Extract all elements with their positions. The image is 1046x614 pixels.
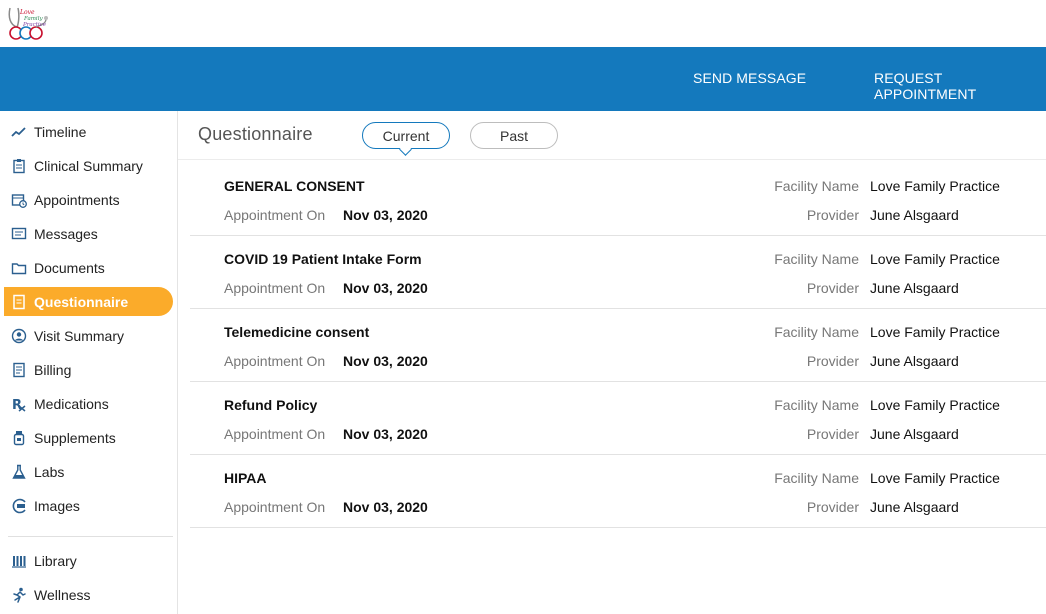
questionnaire-name[interactable]: HIPAA [224,470,267,486]
header-divider [178,159,1046,160]
images-icon [10,497,28,515]
facility-name-value: Love Family Practice [870,324,1000,340]
facility-name-label: Facility Name [774,470,859,486]
questionnaire-name[interactable]: GENERAL CONSENT [224,178,365,194]
appointment-date: Nov 03, 2020 [343,353,428,369]
facility-name-label: Facility Name [774,324,859,340]
sidebar-item-wellness[interactable]: Wellness [4,580,173,609]
sidebar-item-documents[interactable]: Documents [4,253,173,282]
sidebar-item-label: Labs [34,463,65,480]
appointment-on-label: Appointment On [224,353,326,369]
provider-label: Provider [806,499,859,515]
appointment-on-label: Appointment On [224,280,326,296]
calendar-clock-icon [10,191,28,209]
clipboard-icon [10,157,28,175]
provider-value: June Alsgaard [870,353,959,369]
sidebar-item-timeline[interactable]: Timeline [4,117,173,146]
sidebar: Timeline Clinical Summary Appointments M… [0,111,178,614]
message-icon [10,225,28,243]
sidebar-item-label: Appointments [34,191,120,208]
flask-icon [10,463,28,481]
header-bar: SEND MESSAGE REQUEST APPOINTMENT [0,47,1046,111]
appointment-on-label: Appointment On [224,499,326,515]
provider-label: Provider [806,426,859,442]
sidebar-item-visit-summary[interactable]: Visit Summary [4,321,173,350]
tab-past[interactable]: Past [470,122,558,149]
appointment-date: Nov 03, 2020 [343,280,428,296]
tab-current[interactable]: Current [362,122,450,149]
provider-value: June Alsgaard [870,426,959,442]
sidebar-item-appointments[interactable]: Appointments [4,185,173,214]
sidebar-item-supplements[interactable]: Supplements [4,423,173,452]
appointment-on-label: Appointment On [224,426,326,442]
main-content: Questionnaire Current Past GENERAL CONSE… [178,111,1046,614]
svg-text:Love: Love [19,9,35,16]
questionnaire-row[interactable]: Refund Policy Appointment On Nov 03, 202… [190,382,1046,455]
sidebar-item-labs[interactable]: Labs [4,457,173,486]
rx-icon: R [10,395,28,413]
provider-value: June Alsgaard [870,207,959,223]
sidebar-item-label: Messages [34,225,98,242]
user-circle-icon [10,327,28,345]
facility-name-label: Facility Name [774,178,859,194]
provider-value: June Alsgaard [870,499,959,515]
facility-name-value: Love Family Practice [870,178,1000,194]
request-appointment-button[interactable]: REQUEST APPOINTMENT [874,70,1046,102]
page-title: Questionnaire [198,124,313,144]
sidebar-item-label: Documents [34,259,105,276]
appointment-on-label: Appointment On [224,207,326,223]
sidebar-item-label: Clinical Summary [34,157,143,174]
trend-line-icon [10,123,28,141]
svg-text:Practice: Practice [22,22,47,28]
practice-logo[interactable]: Love Family Practice [6,5,50,43]
questionnaire-row[interactable]: COVID 19 Patient Intake Form Appointment… [190,236,1046,309]
folder-icon [10,259,28,277]
sidebar-item-label: Wellness [34,586,91,603]
sidebar-item-label: Questionnaire [34,293,129,310]
appointment-date: Nov 03, 2020 [343,207,428,223]
appointment-date: Nov 03, 2020 [343,426,428,442]
sidebar-item-messages[interactable]: Messages [4,219,173,248]
facility-name-value: Love Family Practice [870,470,1000,486]
questionnaire-name[interactable]: COVID 19 Patient Intake Form [224,251,422,267]
sidebar-item-library[interactable]: Library [4,546,173,575]
sidebar-item-label: Images [34,497,80,514]
top-bar: Love Family Practice [0,0,1046,47]
sidebar-item-images[interactable]: Images [4,491,173,520]
receipt-icon [10,361,28,379]
sidebar-item-label: Library [34,552,77,569]
sidebar-item-label: Supplements [34,429,116,446]
sidebar-item-label: Visit Summary [34,327,124,344]
send-message-button[interactable]: SEND MESSAGE [693,70,806,86]
facility-name-value: Love Family Practice [870,251,1000,267]
questionnaire-row[interactable]: GENERAL CONSENT Appointment On Nov 03, 2… [190,163,1046,236]
sidebar-item-clinical-summary[interactable]: Clinical Summary [4,151,173,180]
provider-label: Provider [806,280,859,296]
sidebar-item-medications[interactable]: R Medications [4,389,173,418]
provider-value: June Alsgaard [870,280,959,296]
facility-name-value: Love Family Practice [870,397,1000,413]
sidebar-item-label: Billing [34,361,72,378]
sidebar-divider [8,536,173,537]
sidebar-item-label: Medications [34,395,109,412]
facility-name-label: Facility Name [774,397,859,413]
provider-label: Provider [806,207,859,223]
sidebar-item-questionnaire[interactable]: Questionnaire [4,287,173,316]
library-icon [10,552,28,570]
questionnaire-row[interactable]: HIPAA Appointment On Nov 03, 2020 Facili… [190,455,1046,528]
questionnaire-row[interactable]: Telemedicine consent Appointment On Nov … [190,309,1046,382]
questionnaire-name[interactable]: Refund Policy [224,397,317,413]
bottle-icon [10,429,28,447]
appointment-date: Nov 03, 2020 [343,499,428,515]
facility-name-label: Facility Name [774,251,859,267]
questionnaire-name[interactable]: Telemedicine consent [224,324,369,340]
sidebar-item-label: Timeline [34,123,87,140]
provider-label: Provider [806,353,859,369]
form-icon [10,293,28,311]
running-icon [10,586,28,604]
sidebar-item-billing[interactable]: Billing [4,355,173,384]
